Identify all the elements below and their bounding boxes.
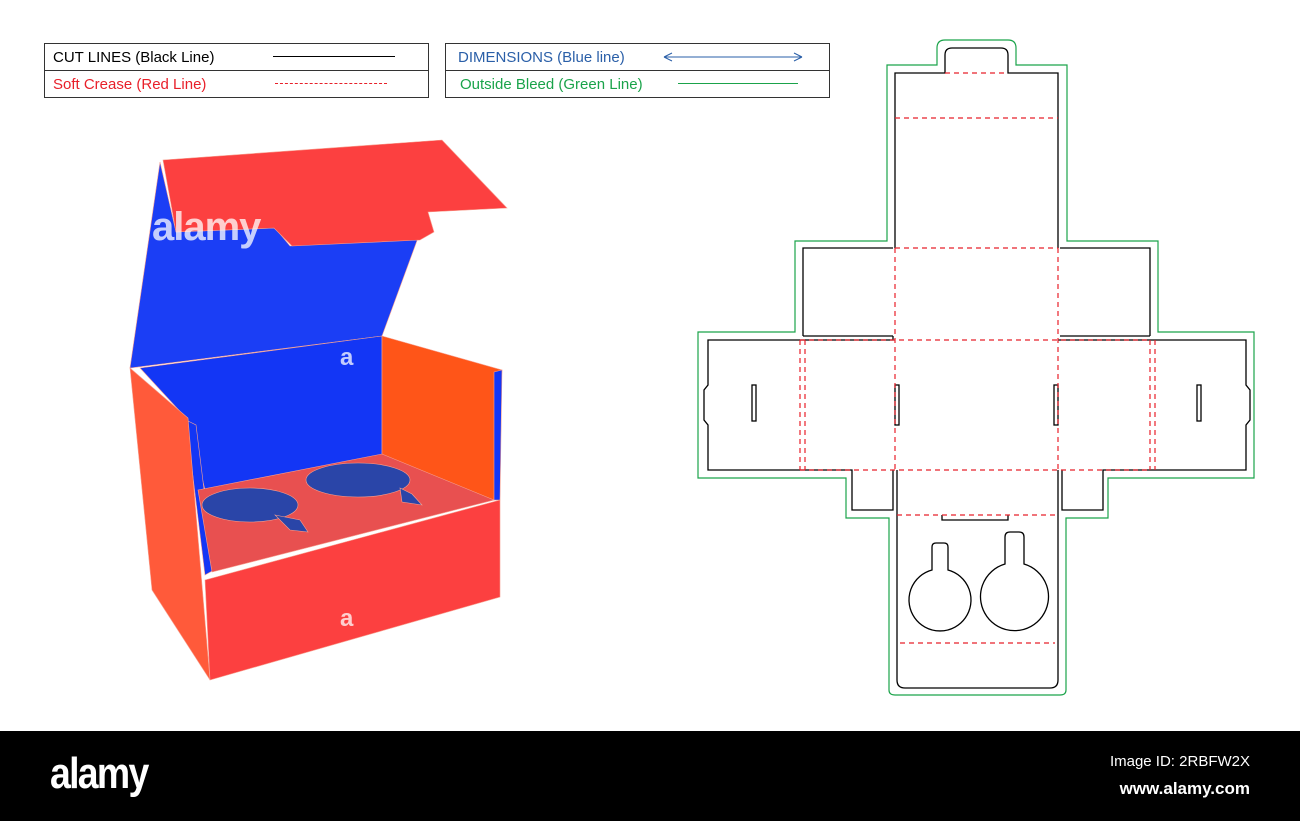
tray-hole-right bbox=[305, 462, 411, 498]
bleed-outline bbox=[697, 39, 1255, 696]
footer-bar: alamy Image ID: 2RBFW2X www.alamy.com bbox=[0, 731, 1300, 821]
cut-lines bbox=[703, 47, 1251, 689]
image-id: Image ID: 2RBFW2X bbox=[1109, 753, 1250, 770]
watermark-main: alamy bbox=[152, 205, 261, 249]
watermark-small: a bbox=[340, 344, 354, 371]
box-illustration bbox=[129, 39, 1255, 696]
cutout-right bbox=[979, 531, 1050, 632]
right-edge bbox=[493, 369, 503, 501]
crease-lines bbox=[799, 72, 1156, 644]
cutout-left bbox=[908, 542, 972, 632]
dieline bbox=[697, 39, 1255, 696]
watermark-small: a bbox=[340, 605, 354, 632]
site-url: www.alamy.com bbox=[1119, 779, 1250, 798]
alamy-logo: alamy bbox=[50, 749, 149, 798]
